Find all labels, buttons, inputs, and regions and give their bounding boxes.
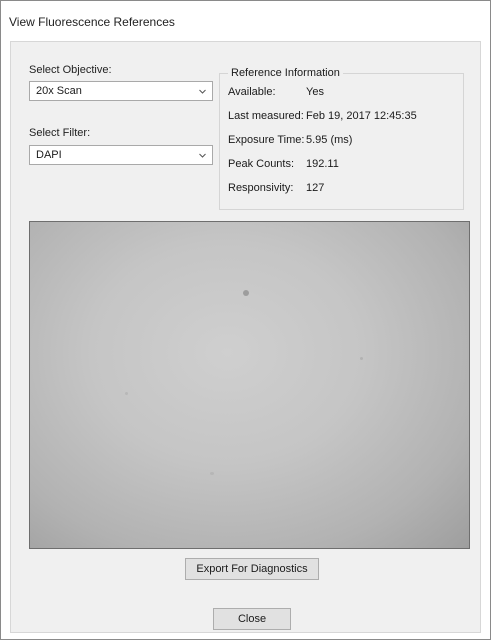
export-for-diagnostics-button[interactable]: Export For Diagnostics [185, 558, 319, 580]
exposure-time-value: 5.95 (ms) [306, 134, 353, 146]
title-bar[interactable]: View Fluorescence References [1, 1, 490, 39]
image-speck [125, 392, 128, 395]
image-speck [210, 472, 214, 475]
dialog-window: View Fluorescence References Select Obje… [0, 0, 491, 640]
select-objective-label: Select Objective: [29, 64, 112, 76]
image-speck [360, 357, 363, 360]
filter-dropdown[interactable]: DAPI [29, 145, 213, 165]
responsivity-value: 127 [306, 182, 325, 194]
select-filter-label: Select Filter: [29, 127, 91, 139]
window-title: View Fluorescence References [9, 15, 175, 29]
dialog-body: Select Objective: 20x Scan Select Filter… [10, 41, 481, 633]
last-measured-value: Feb 19, 2017 12:45:35 [306, 110, 417, 122]
close-button[interactable]: Close [213, 608, 291, 630]
reference-information-title: Reference Information [228, 67, 343, 79]
last-measured-label: Last measured: [228, 110, 304, 122]
available-value: Yes [306, 86, 324, 98]
peak-counts-label: Peak Counts: [228, 158, 295, 170]
reference-information-group: Reference Information Available: Yes Las… [219, 67, 464, 210]
chevron-down-icon [199, 153, 206, 158]
image-speck [243, 290, 249, 296]
objective-dropdown[interactable]: 20x Scan [29, 81, 213, 101]
objective-dropdown-value: 20x Scan [36, 85, 82, 97]
available-label: Available: [228, 86, 276, 98]
peak-counts-value: 192.11 [306, 158, 339, 170]
exposure-time-label: Exposure Time: [228, 134, 305, 146]
filter-dropdown-value: DAPI [36, 149, 62, 161]
responsivity-label: Responsivity: [228, 182, 294, 194]
chevron-down-icon [199, 89, 206, 94]
reference-image-preview [29, 221, 470, 549]
